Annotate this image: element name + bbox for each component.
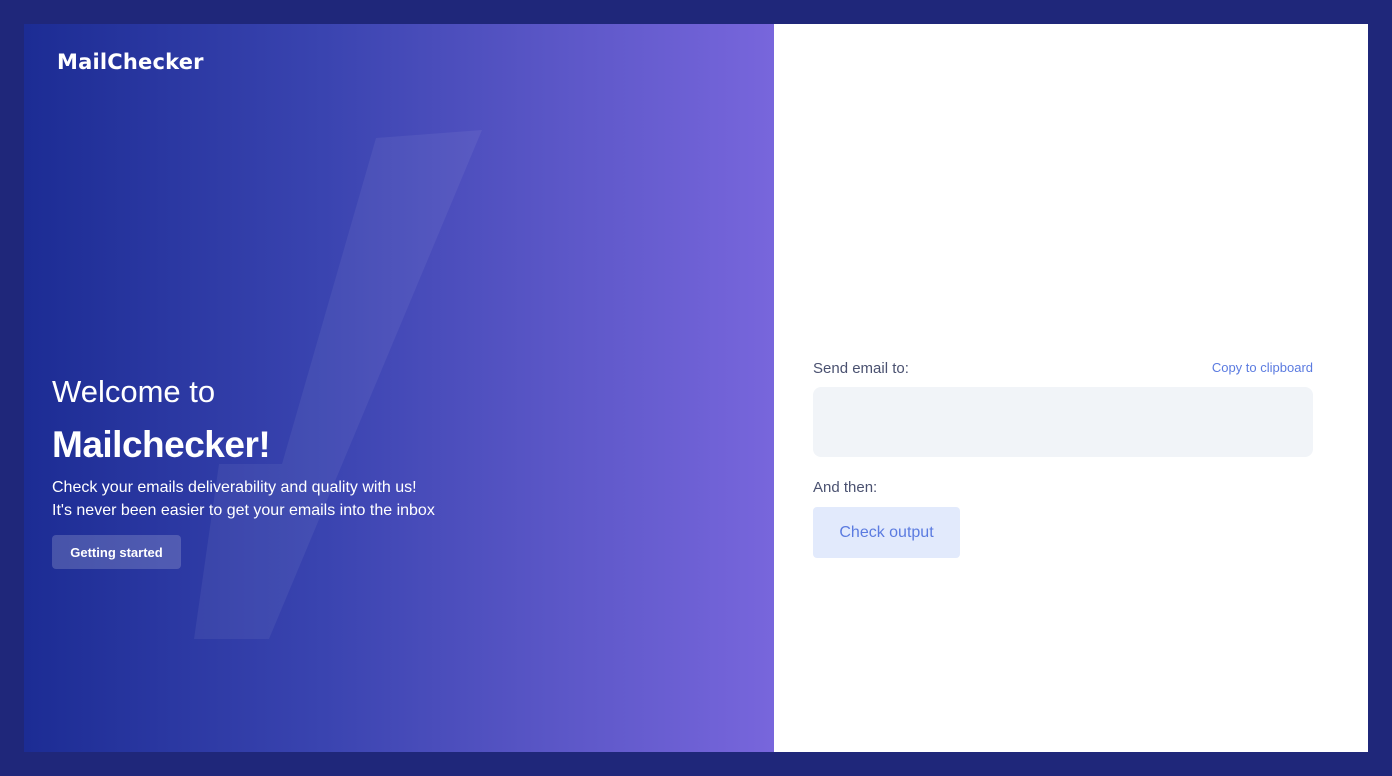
- brand-logo[interactable]: MailChecker: [57, 50, 204, 74]
- copy-to-clipboard-link[interactable]: Copy to clipboard: [1212, 360, 1313, 375]
- hero-panel: MailChecker Welcome to Mailchecker! Chec…: [24, 24, 774, 752]
- hero-description-line-2: It's never been easier to get your email…: [52, 502, 435, 519]
- product-title: Mailchecker!: [52, 424, 271, 465]
- app-frame: MailChecker Welcome to Mailchecker! Chec…: [24, 24, 1368, 752]
- hero-description: Check your emails deliverability and qua…: [52, 476, 435, 522]
- hero-description-line-1: Check your emails deliverability and qua…: [52, 479, 417, 496]
- getting-started-button[interactable]: Getting started: [52, 535, 181, 569]
- welcome-heading: Welcome to: [52, 374, 216, 409]
- test-email-address-field[interactable]: [813, 387, 1313, 457]
- mail-check-panel: Send email to: Copy to clipboard And the…: [774, 24, 1368, 752]
- check-output-button[interactable]: Check output: [813, 507, 960, 558]
- send-email-label: Send email to:: [813, 360, 909, 377]
- and-then-label: And then:: [813, 479, 878, 496]
